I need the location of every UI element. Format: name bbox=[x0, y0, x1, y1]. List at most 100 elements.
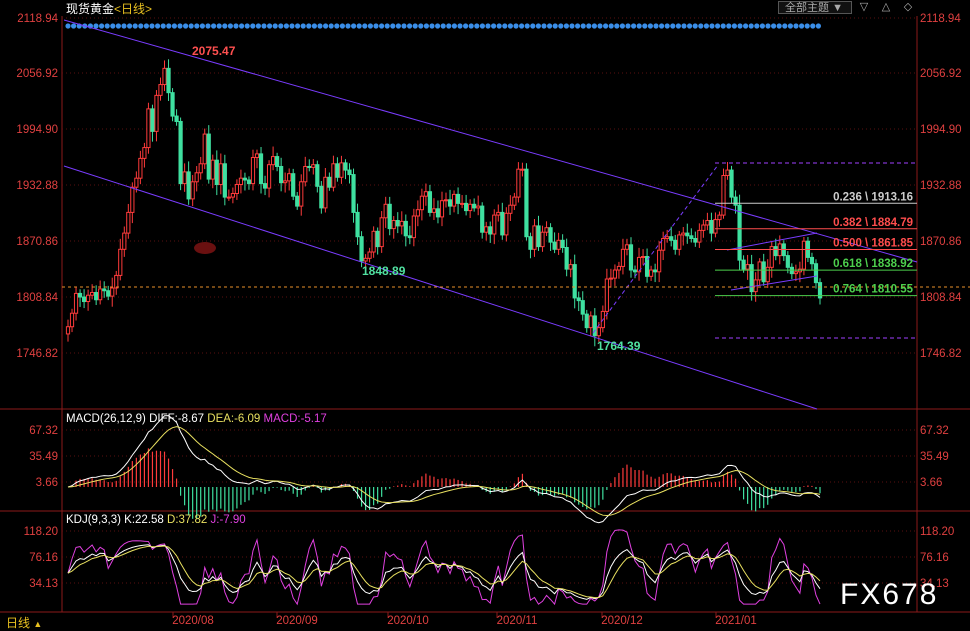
event-dot bbox=[804, 23, 810, 29]
candle-body bbox=[403, 220, 408, 237]
arrow-down-icon[interactable]: ▽ bbox=[856, 0, 872, 14]
fib-label: 0.500 \ 1861.85 bbox=[833, 237, 914, 249]
event-dot bbox=[183, 23, 189, 29]
candle-body bbox=[118, 248, 123, 276]
candle-body bbox=[399, 220, 404, 227]
candle-body bbox=[367, 251, 372, 259]
event-dot bbox=[384, 23, 390, 29]
candle-body bbox=[194, 172, 199, 183]
event-dot bbox=[603, 23, 609, 29]
period-selector[interactable]: <日线> bbox=[114, 2, 152, 16]
candle-body bbox=[677, 234, 682, 250]
candle-body bbox=[275, 156, 280, 167]
candle-body bbox=[182, 171, 187, 185]
candle-body bbox=[206, 133, 211, 180]
event-dot bbox=[267, 23, 273, 29]
candle-body bbox=[383, 203, 388, 219]
price-tick-right: 1932.88 bbox=[920, 180, 962, 192]
event-dot bbox=[166, 23, 172, 29]
event-dot bbox=[412, 23, 418, 29]
event-dot bbox=[244, 23, 250, 29]
event-dot bbox=[160, 23, 166, 29]
candle-body bbox=[395, 220, 400, 227]
candle-body bbox=[375, 230, 380, 248]
candle-body bbox=[178, 120, 183, 185]
candle-body bbox=[709, 220, 714, 234]
candle-body bbox=[669, 236, 674, 241]
period-footer[interactable]: 日线 ▲ bbox=[6, 614, 42, 631]
kdj-j: J:-7.90 bbox=[210, 514, 246, 526]
candle-body bbox=[733, 196, 738, 206]
price-tick-left: 1808.84 bbox=[16, 292, 58, 304]
candle-body bbox=[122, 232, 127, 250]
candle-body bbox=[218, 163, 223, 185]
candle-body bbox=[435, 208, 441, 218]
event-dot bbox=[255, 23, 261, 29]
event-dot bbox=[211, 23, 217, 29]
candle-body bbox=[439, 200, 445, 218]
candle-body bbox=[757, 261, 762, 281]
candle-body bbox=[391, 220, 396, 230]
candle-body bbox=[73, 292, 79, 314]
candle-body bbox=[464, 202, 469, 212]
candle-body bbox=[174, 115, 179, 122]
candle-body bbox=[234, 183, 239, 194]
background bbox=[0, 0, 970, 630]
candle-body bbox=[166, 67, 171, 94]
more-icon[interactable]: ◇ bbox=[900, 0, 916, 14]
candle-body bbox=[114, 274, 119, 289]
candle-body bbox=[307, 165, 312, 168]
event-dot bbox=[227, 23, 233, 29]
event-dot bbox=[132, 23, 138, 29]
candle-body bbox=[379, 217, 384, 248]
candle-body bbox=[544, 227, 549, 233]
event-dot bbox=[451, 23, 457, 29]
event-dot bbox=[233, 23, 239, 29]
event-dot bbox=[496, 23, 502, 29]
event-dot bbox=[726, 23, 732, 29]
event-dot bbox=[429, 23, 435, 29]
event-dot bbox=[675, 23, 682, 29]
event-dot bbox=[199, 23, 205, 29]
candle-body bbox=[351, 174, 356, 213]
price-tick-left: 2056.92 bbox=[16, 68, 58, 80]
candle-body bbox=[524, 168, 529, 238]
candle-body bbox=[616, 265, 622, 271]
kdj-tick-left: 76.16 bbox=[29, 552, 58, 564]
price-tick-right: 1994.90 bbox=[920, 124, 962, 136]
x-axis-label: 2021/01 bbox=[715, 615, 757, 627]
candle-body bbox=[588, 315, 593, 329]
candle-body bbox=[407, 235, 412, 239]
candle-body bbox=[327, 176, 332, 188]
macd-legend: MACD(26,12,9) DIFF:-8.67 DEA:-6.09 MACD:… bbox=[66, 413, 327, 425]
candle-body bbox=[451, 193, 457, 207]
event-dot bbox=[155, 23, 161, 29]
x-axis-label: 2020/10 bbox=[387, 615, 429, 627]
candle-body bbox=[560, 239, 565, 249]
candle-body bbox=[508, 204, 513, 214]
candle-body bbox=[283, 180, 288, 184]
event-dot bbox=[799, 23, 805, 29]
event-dot bbox=[395, 23, 401, 29]
candle-body bbox=[419, 195, 424, 211]
candle-body bbox=[162, 67, 167, 86]
event-dot bbox=[720, 23, 726, 29]
macd-tick-left: 67.32 bbox=[29, 425, 58, 437]
candle-body bbox=[359, 236, 364, 262]
title-bar: 现货黄金<日线> bbox=[66, 0, 152, 17]
event-dot bbox=[535, 23, 542, 29]
event-dot bbox=[547, 23, 553, 29]
event-dot bbox=[597, 23, 603, 29]
event-dot bbox=[782, 23, 788, 29]
candle-body bbox=[423, 191, 429, 197]
candle-body bbox=[701, 224, 706, 231]
event-dot bbox=[306, 23, 312, 29]
event-dot bbox=[524, 23, 530, 29]
event-dot bbox=[407, 23, 413, 29]
arrow-up-icon[interactable]: △ bbox=[878, 0, 894, 14]
event-dot bbox=[653, 23, 659, 29]
candle-body bbox=[262, 183, 268, 189]
theme-dropdown[interactable]: 全部主题 ▼ bbox=[778, 1, 852, 14]
candle-body bbox=[725, 169, 730, 176]
candle-body bbox=[536, 225, 541, 248]
